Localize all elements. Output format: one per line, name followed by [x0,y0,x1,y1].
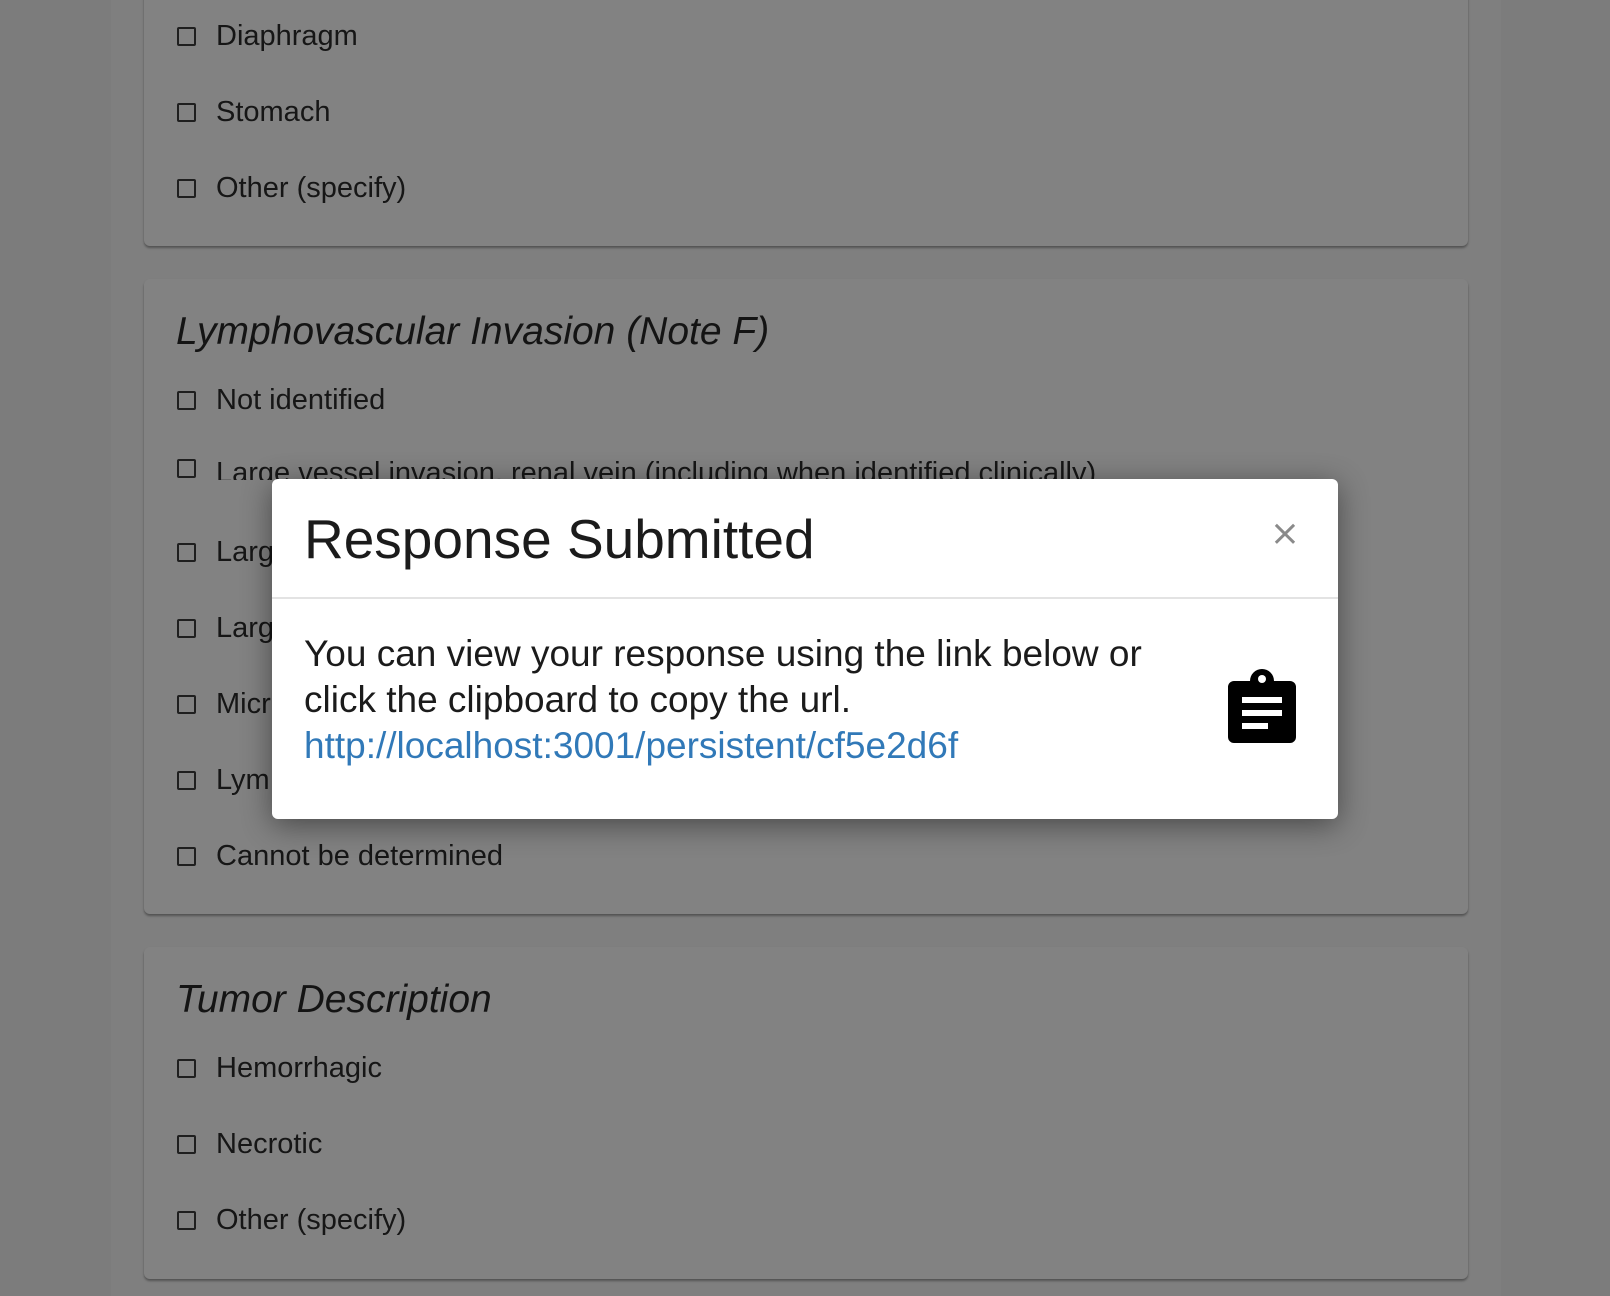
clipboard-icon[interactable] [1228,667,1296,743]
modal-message: You can view your response using the lin… [304,633,1142,720]
modal-body: You can view your response using the lin… [304,631,1204,769]
close-icon[interactable]: × [1268,516,1302,552]
response-link[interactable]: http://localhost:3001/persistent/cf5e2d6… [304,723,1204,769]
modal-title: Response Submitted [304,508,815,570]
response-submitted-modal: Response Submitted × You can view your r… [272,479,1338,819]
modal-header: Response Submitted × [272,479,1338,599]
